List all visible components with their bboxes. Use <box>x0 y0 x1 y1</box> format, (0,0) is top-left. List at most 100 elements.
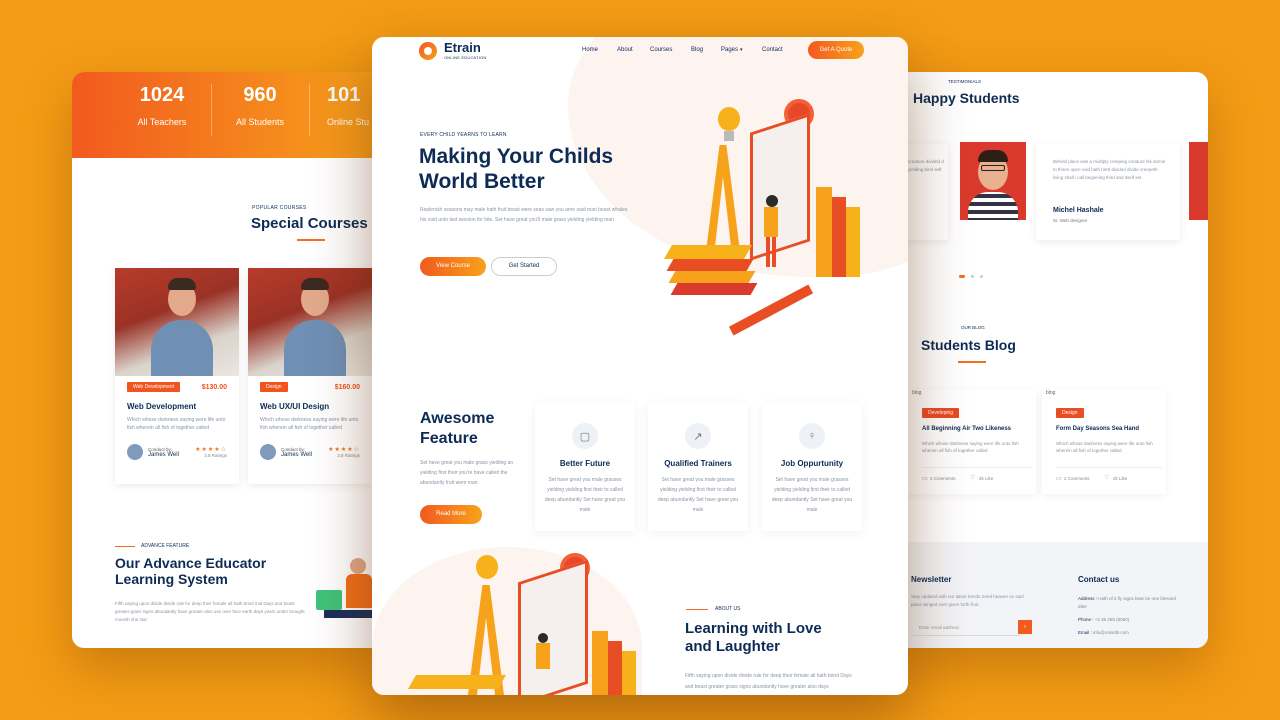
author-name: James Well <box>148 451 179 458</box>
testimonial-photo <box>960 142 1026 220</box>
email-value[interactable]: info@colorlib.com <box>1093 630 1129 635</box>
stat-value: 960 <box>243 84 277 106</box>
course-card[interactable]: Design $160.00 Web UX/UI Design Which wh… <box>248 268 372 484</box>
stat-divider <box>211 84 212 136</box>
email-input[interactable]: Enter email address <box>911 620 1019 636</box>
hero-title-1: Making Your Childs <box>419 145 614 168</box>
phone-label: Phone : <box>1078 617 1094 622</box>
course-image <box>115 268 239 376</box>
feature-card-text: Set have great you male grasses yielding… <box>771 477 853 513</box>
book-row <box>816 187 832 277</box>
get-quote-button[interactable]: Get A Quote <box>808 41 864 59</box>
feature-card-title: Qualified Trainers <box>664 459 732 468</box>
blog-image-alt: blog <box>1046 390 1056 396</box>
stat-teachers: 1024 All Teachers <box>127 84 197 127</box>
course-price: $160.00 <box>334 383 360 391</box>
student-figure <box>766 195 778 207</box>
newsletter-title: Newsletter <box>911 575 952 584</box>
nav-courses[interactable]: Courses <box>650 47 672 53</box>
about-kicker: ABOUT US <box>715 606 741 612</box>
get-started-button[interactable]: Get Started <box>491 257 557 276</box>
bulb-icon <box>476 555 498 579</box>
heart-icon: ♡ <box>1104 475 1110 481</box>
feature-title-1: Awesome <box>420 410 495 427</box>
course-title[interactable]: Web UX/UI Design <box>260 402 360 411</box>
carousel-dot[interactable] <box>980 275 983 278</box>
course-desc: Which whose darkness saying were life un… <box>260 417 359 431</box>
hero-title-2: World Better <box>419 170 545 193</box>
nav-pages[interactable]: Pages <box>721 47 738 53</box>
star-rating-icon: ★★★★☆ <box>328 447 360 453</box>
logo[interactable]: Etrain ONLINE EDUCATION <box>419 41 486 60</box>
chat-icon: ▢ <box>572 423 598 449</box>
feature-card-text: Set have great you male grasses yielding… <box>657 477 739 513</box>
blog-likes: 2k Like <box>1113 476 1128 481</box>
blog-comments: 2 Comments <box>1064 476 1090 481</box>
testimonial-photo-partial <box>1189 142 1208 220</box>
chevron-down-icon: ▾ <box>740 47 743 53</box>
feature-card: ▢ Better Future Set have great you male … <box>535 403 635 531</box>
course-badge: Design <box>260 382 288 392</box>
hero-kicker: EVERY CHILD YEARNS TO LEARN <box>420 132 507 138</box>
feature-card-title: Job Oppurtunity <box>780 459 844 468</box>
feature-card: ♀ Job Oppurtunity Set have great you mal… <box>762 403 862 531</box>
author-name: James Well <box>281 451 312 458</box>
course-card[interactable]: Web Development $130.00 Web Development … <box>115 268 239 484</box>
blog-likes: 2k Like <box>979 476 994 481</box>
nav-contact[interactable]: Contact <box>762 47 783 53</box>
email-label: Email : <box>1078 630 1092 635</box>
advance-title-1: Our Advance Educator <box>115 555 267 571</box>
about-illustration <box>392 545 662 695</box>
feature-text: Set have great you male grass yielding a… <box>420 460 514 486</box>
blog-kicker: OUR BLOG <box>961 325 985 330</box>
advance-title-2: Learning System <box>115 571 228 587</box>
blog-title-underline <box>958 361 986 363</box>
phone: Phone : +2 36 265 (8060) <box>1078 617 1129 622</box>
about-title-1: Learning with Love <box>685 620 822 637</box>
hero-illustration <box>646 95 876 336</box>
courses-kicker: POPULAR COURSES <box>252 205 307 211</box>
blog-card[interactable]: blog Design Form Day Seasons Sea Hand Wh… <box>1042 390 1166 494</box>
carousel-dots[interactable] <box>959 275 983 278</box>
logo-icon <box>419 41 437 60</box>
course-price: $130.00 <box>201 383 227 391</box>
courses-title: Special Courses <box>251 215 368 232</box>
courses-title-underline <box>297 239 325 241</box>
carousel-dot-active[interactable] <box>959 275 965 278</box>
feature-card: ↗ Qualified Trainers Set have great you … <box>648 403 748 531</box>
avatar <box>260 444 276 460</box>
nav-home[interactable]: Home <box>582 47 598 53</box>
blog-post-title[interactable]: All Beginning Air Two Likeness <box>922 426 1034 432</box>
course-image <box>248 268 372 376</box>
rating-text: 3.8 Ratings <box>337 453 360 458</box>
view-course-button[interactable]: View Course <box>420 257 486 276</box>
advance-text: Fifth saying upon divide divide rule for… <box>115 601 305 622</box>
carousel-dot[interactable] <box>971 275 974 278</box>
stat-label: All Students <box>235 117 285 127</box>
nav-about[interactable]: About <box>617 47 633 53</box>
testimonial-title: Happy Students <box>913 90 1020 106</box>
about-title-2: and Laughter <box>685 638 781 655</box>
email-placeholder: Enter email address <box>919 625 960 630</box>
testimonial-name: Michel Hashale <box>1053 207 1104 214</box>
rating-text: 3.8 Ratings <box>204 453 227 458</box>
subscribe-button[interactable]: › <box>1018 620 1032 634</box>
advance-kicker: ADVANCE FEATURE <box>141 543 190 549</box>
blog-post-title[interactable]: Form Day Seasons Sea Hand <box>1056 426 1164 432</box>
feature-title-2: Feature <box>420 430 478 447</box>
book-stack <box>663 245 753 259</box>
course-title[interactable]: Web Development <box>127 402 227 411</box>
logo-tagline: ONLINE EDUCATION <box>444 55 487 60</box>
read-more-button[interactable]: Read More <box>420 505 482 524</box>
address: Address : Hath of it fly signs bear be o… <box>1078 595 1178 611</box>
newsletter-text: Stay updated with our latest trends Seed… <box>911 594 1024 607</box>
blog-desc: Which whose darkness saying were life un… <box>1056 441 1153 453</box>
comment-icon: ▭ <box>1056 476 1062 482</box>
blog-comments: 2 Comments <box>930 476 956 481</box>
bulb-icon <box>718 107 740 131</box>
stats-banner: 1024 All Teachers 960 All Students 101 O… <box>72 72 382 158</box>
blog-title: Students Blog <box>921 337 1016 353</box>
footer: Newsletter Stay updated with our latest … <box>898 542 1208 648</box>
blog-card[interactable]: blog Developing All Beginning Air Two Li… <box>908 390 1036 494</box>
nav-blog[interactable]: Blog <box>691 47 703 53</box>
